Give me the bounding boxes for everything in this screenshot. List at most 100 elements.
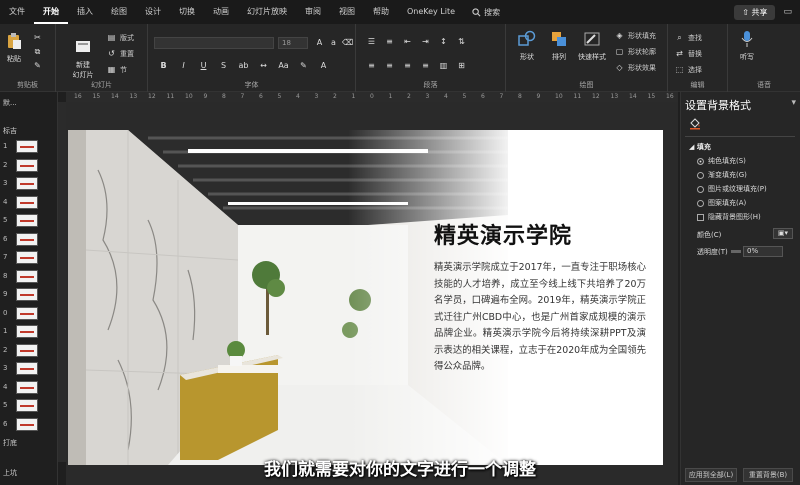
- radio-pattern[interactable]: [697, 199, 704, 207]
- slide-thumbnail[interactable]: [16, 399, 38, 412]
- tab-insert[interactable]: 插入: [68, 0, 102, 24]
- slide-thumbnail[interactable]: [16, 158, 38, 172]
- paste-button[interactable]: 粘贴: [4, 32, 24, 64]
- apply-all-button[interactable]: 应用到全部(L): [685, 468, 737, 482]
- align-right-icon[interactable]: ≡: [402, 60, 413, 71]
- section-end[interactable]: 打底: [3, 438, 17, 448]
- indent-more-icon[interactable]: ⇥: [420, 36, 431, 47]
- slide-thumbnail[interactable]: [16, 251, 38, 264]
- clear-format-icon[interactable]: ⌫: [342, 37, 353, 48]
- text-direction-icon[interactable]: ⇅: [456, 36, 467, 47]
- radio-gradient[interactable]: [697, 171, 704, 179]
- section-button[interactable]: ▦ 节: [106, 64, 127, 75]
- slide-body-text[interactable]: 精英演示学院成立于2017年，一直专注于职场核心技能的人才培养，成立至今线上线下…: [434, 260, 646, 376]
- quick-style-button[interactable]: 快速样式: [576, 30, 608, 62]
- grow-font-icon[interactable]: A: [314, 37, 325, 48]
- thumbnail-accent: [20, 220, 34, 222]
- slide-thumbnail[interactable]: [16, 380, 38, 394]
- option-picture-fill[interactable]: 图片或纹理填充(P): [697, 184, 767, 194]
- tab-transitions[interactable]: 切换: [170, 0, 204, 24]
- font-color-icon[interactable]: A: [318, 60, 329, 71]
- search-box[interactable]: 搜索: [472, 7, 500, 18]
- transparency-slider[interactable]: [731, 250, 741, 253]
- tab-view[interactable]: 视图: [330, 0, 364, 24]
- slide-thumbnail[interactable]: [16, 306, 38, 320]
- section-main[interactable]: 标吉: [3, 126, 17, 136]
- tab-help[interactable]: 帮助: [364, 0, 398, 24]
- columns-icon[interactable]: ▥: [438, 60, 449, 71]
- line-spacing-icon[interactable]: ↕: [438, 36, 449, 47]
- dictate-button[interactable]: 听写: [736, 30, 758, 62]
- tab-animations[interactable]: 动画: [204, 0, 238, 24]
- slide-thumbnail[interactable]: [16, 232, 38, 246]
- slide-thumbnail[interactable]: [16, 195, 38, 209]
- spacing-icon[interactable]: ↔: [258, 60, 269, 71]
- reset-background-button[interactable]: 重置背景(B): [743, 468, 793, 482]
- justify-icon[interactable]: ≡: [420, 60, 431, 71]
- slide-title[interactable]: 精英演示学院: [434, 218, 572, 250]
- bold-icon[interactable]: B: [158, 60, 169, 71]
- radio-picture[interactable]: [697, 185, 704, 193]
- slide-thumbnail[interactable]: [16, 362, 38, 375]
- layout-button[interactable]: ▤ 版式: [106, 32, 134, 43]
- arrange-button[interactable]: 排列: [546, 30, 572, 62]
- copy-button[interactable]: ⧉: [32, 46, 43, 57]
- slide-thumbnail[interactable]: [16, 177, 38, 190]
- highlight-icon[interactable]: ✎: [298, 60, 309, 71]
- bullets-icon[interactable]: ☰: [366, 36, 377, 47]
- tab-slideshow[interactable]: 幻灯片放映: [238, 0, 296, 24]
- slide[interactable]: 精英演示学院 精英演示学院成立于2017年，一直专注于职场核心技能的人才培养，成…: [68, 130, 663, 465]
- strike-icon[interactable]: ab: [238, 60, 249, 71]
- align-center-icon[interactable]: ≡: [384, 60, 395, 71]
- shape-button[interactable]: 形状: [514, 30, 540, 62]
- paint-bucket-icon[interactable]: [689, 118, 701, 130]
- numbering-icon[interactable]: ≡: [384, 36, 395, 47]
- align-left-icon[interactable]: ≡: [366, 60, 377, 71]
- radio-solid[interactable]: [697, 157, 704, 165]
- slide-thumbnail[interactable]: [16, 269, 38, 283]
- slide-thumbnail[interactable]: [16, 214, 38, 227]
- font-name-input[interactable]: [154, 37, 274, 49]
- checkbox-hide-bg[interactable]: [697, 213, 704, 221]
- select-button[interactable]: ⬚ 选择: [674, 64, 702, 75]
- slide-thumbnail[interactable]: [16, 417, 38, 431]
- format-painter-button[interactable]: ✎: [32, 60, 43, 71]
- option-hide-background[interactable]: 隐藏背景图形(H): [697, 212, 761, 222]
- option-solid-fill[interactable]: 纯色填充(S): [697, 156, 746, 166]
- smartart-icon[interactable]: ⊞: [456, 60, 467, 71]
- replace-button[interactable]: ⇄ 替换: [674, 48, 702, 59]
- shadow-icon[interactable]: S: [218, 60, 229, 71]
- pane-menu-icon[interactable]: ▾: [791, 98, 796, 108]
- find-button[interactable]: ⌕ 查找: [674, 32, 702, 43]
- transparency-input[interactable]: 0%: [743, 246, 783, 257]
- option-gradient-fill[interactable]: 渐变填充(G): [697, 170, 747, 180]
- share-button[interactable]: ⇧ 共享: [734, 4, 776, 20]
- reset-button[interactable]: ↺ 重置: [106, 48, 134, 59]
- font-size-input[interactable]: 18: [278, 37, 308, 49]
- color-picker-button[interactable]: ▣▾: [773, 228, 793, 239]
- slide-thumbnail[interactable]: [16, 343, 38, 357]
- tab-design[interactable]: 设计: [136, 0, 170, 24]
- tab-draw[interactable]: 绘图: [102, 0, 136, 24]
- tab-file[interactable]: 文件: [0, 0, 34, 24]
- option-pattern-fill[interactable]: 图案填充(A): [697, 198, 746, 208]
- slide-thumbnail[interactable]: [16, 140, 38, 153]
- shape-fill-button[interactable]: ◈ 形状填充: [614, 30, 656, 41]
- fill-section-header[interactable]: ◢ 填充: [689, 142, 711, 152]
- tab-home[interactable]: 开始: [34, 0, 68, 24]
- list-row: ☰ ≡ ⇤ ⇥ ↕ ⇅: [366, 36, 467, 47]
- comment-icon[interactable]: ▭: [783, 7, 792, 17]
- section-default[interactable]: 默...: [3, 98, 17, 108]
- underline-icon[interactable]: U: [198, 60, 209, 71]
- shape-outline-button[interactable]: ▢ 形状轮廓: [614, 46, 656, 57]
- case-icon[interactable]: Aa: [278, 60, 289, 71]
- indent-less-icon[interactable]: ⇤: [402, 36, 413, 47]
- slide-thumbnail[interactable]: [16, 288, 38, 301]
- shape-effect-button[interactable]: ◇ 形状效果: [614, 62, 656, 73]
- cut-button[interactable]: ✂: [32, 32, 43, 43]
- tab-onekey[interactable]: OneKey Lite: [398, 0, 464, 24]
- slide-thumbnail[interactable]: [16, 325, 38, 338]
- italic-icon[interactable]: I: [178, 60, 189, 71]
- tab-review[interactable]: 审阅: [296, 0, 330, 24]
- shrink-font-icon[interactable]: a: [328, 37, 339, 48]
